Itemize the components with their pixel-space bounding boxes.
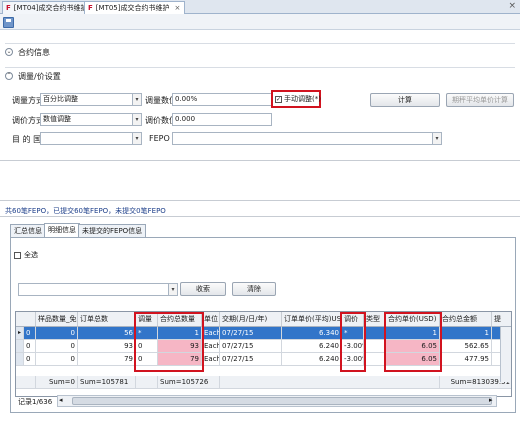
price-method-select[interactable]: 数值调整 ▾ — [40, 113, 142, 126]
grid-header-sample-qty[interactable]: 样品数量_免费 — [36, 312, 78, 327]
chevron-down-icon[interactable]: ▾ — [132, 133, 141, 144]
fepo-select[interactable]: ▾ — [172, 132, 442, 145]
grid-header-order-total[interactable]: 订单总数 — [78, 312, 136, 327]
price-method-value: 数值调整 — [43, 115, 71, 123]
grid-header-type[interactable]: 类型 — [364, 312, 386, 327]
grid-header-select[interactable] — [16, 312, 36, 327]
record-counter: 记录1/636 — [18, 398, 53, 406]
grid-header-submit[interactable]: 提 — [492, 312, 511, 327]
fepo-summary-text: 共60笔FEPO，已提交60笔FEPO，未提交0笔FEPO — [5, 207, 166, 215]
grid-cell[interactable]: 07/27/15 — [220, 327, 282, 340]
scroll-right-icon[interactable]: ▸ — [489, 396, 493, 404]
chevron-down-icon[interactable]: ▾ — [132, 114, 141, 125]
section-adjust-settings[interactable]: ⌃ 调量/价设置 — [5, 67, 515, 84]
grid-cell[interactable]: 79 — [78, 353, 136, 366]
grid-sum-qty: Sum=105726 — [158, 376, 220, 389]
tab-mt04[interactable]: F [MT04]成交合约书维护 — [2, 1, 93, 14]
grid-cell[interactable]: 0 — [24, 353, 36, 366]
section-contract-info[interactable]: ⌄ 合约信息 — [5, 43, 515, 60]
grid-cell[interactable] — [364, 340, 386, 353]
grid-sum-sample: Sum=0 — [36, 376, 78, 389]
grid-cell[interactable]: Each — [202, 327, 220, 340]
divider — [0, 216, 520, 217]
tab-unsubmitted-fepo[interactable]: 未提交的FEPO信息 — [78, 224, 147, 237]
destination-label: 目 的 国: — [12, 135, 44, 144]
calc-button[interactable]: 计算 — [370, 93, 440, 107]
close-tab-icon[interactable]: × — [174, 4, 180, 12]
grid-cell[interactable]: 93 — [78, 340, 136, 353]
grid-cell[interactable]: 56 — [78, 327, 136, 340]
tab-detail[interactable]: 明细信息 — [44, 223, 80, 237]
app-logo-icon: F — [6, 4, 11, 12]
qty-columns-highlight — [134, 312, 204, 372]
chevron-down-icon[interactable]: ▾ — [432, 133, 441, 144]
row-indicator-icon: ▸ — [16, 327, 24, 340]
grid-cell[interactable]: 0 — [36, 340, 78, 353]
select-all-label: 全选 — [24, 251, 38, 259]
grid-cell[interactable]: Each — [202, 353, 220, 366]
grid-cell[interactable]: Each — [202, 340, 220, 353]
vertical-scrollbar[interactable] — [500, 327, 511, 382]
grid-cell[interactable]: 07/27/15 — [220, 353, 282, 366]
grid-cell[interactable]: 6.240 — [282, 353, 342, 366]
scrollbar-thumb[interactable] — [72, 397, 492, 405]
grid-cell[interactable]: 1 — [440, 327, 492, 340]
grid-cell[interactable]: 6.340 — [282, 327, 342, 340]
section-adjust-settings-title: 调量/价设置 — [18, 71, 61, 81]
collapse-icon[interactable]: ⌄ — [5, 48, 13, 56]
grid-sum-cell — [220, 376, 440, 389]
grid-cell[interactable]: 0 — [24, 340, 36, 353]
divider — [0, 160, 520, 161]
tab-mt04-label: [MT04]成交合约书维护 — [13, 4, 88, 12]
query-button[interactable]: 收索 — [180, 282, 226, 296]
detail-grid: 样品数量_免费 订单总数 调量 合约总数量 单位 交期(月/日/年) 订单单价(… — [15, 311, 512, 397]
grid-cell[interactable]: 07/27/15 — [220, 340, 282, 353]
scroll-left-icon[interactable]: ◂ — [59, 396, 63, 404]
grid-cell[interactable] — [364, 353, 386, 366]
save-icon[interactable] — [3, 17, 14, 28]
tab-summary[interactable]: 汇总信息 — [10, 224, 46, 237]
price-value-input[interactable]: 0.000 — [172, 113, 272, 126]
expand-icon[interactable]: ⌃ — [5, 72, 13, 80]
adjust-method-select[interactable]: 百分比调整 ▾ — [40, 93, 142, 106]
grid-header-delivery-date[interactable]: 交期(月/日/年) — [220, 312, 282, 327]
grid-cell[interactable]: 477.95 — [440, 353, 492, 366]
grid-sum-order: Sum=105781 — [78, 376, 136, 389]
grid-header-order-price[interactable]: 订单单价(平均)USD — [282, 312, 342, 327]
select-all-checkbox[interactable]: 全选 — [14, 250, 38, 260]
grid-cell[interactable]: 6.240 — [282, 340, 342, 353]
row-indicator — [16, 340, 24, 353]
grid-header-unit[interactable]: 单位 — [202, 312, 220, 327]
grid-cell[interactable]: 562.65 — [440, 340, 492, 353]
adjust-method-value: 百分比调整 — [43, 95, 78, 103]
tab-mt05[interactable]: F [MT05]成交合约书维护 × — [84, 1, 186, 14]
toolbar — [0, 14, 520, 30]
grid-cell[interactable]: 0 — [24, 327, 36, 340]
grid-sum-cell — [16, 376, 36, 389]
adjust-value-input[interactable]: 0.00% — [172, 93, 272, 106]
grid-cell[interactable]: 0 — [36, 353, 78, 366]
manual-adjust-checkbox[interactable]: ✓ 手动调整(*) — [275, 94, 321, 104]
destination-select[interactable]: ▾ — [40, 132, 142, 145]
divider — [0, 200, 520, 201]
manual-adjust-label: 手动调整(*) — [284, 95, 321, 103]
recalc-average-button[interactable]: 期秤平均单价计算 — [446, 93, 514, 107]
chevron-down-icon[interactable]: ▾ — [132, 94, 141, 105]
contract-price-column-highlight — [384, 312, 442, 372]
close-window-icon[interactable]: × — [508, 1, 516, 11]
grid-cell[interactable] — [364, 327, 386, 340]
checkbox-icon[interactable] — [14, 251, 21, 259]
grid-sum-cell — [136, 376, 158, 389]
price-adjust-column-highlight — [340, 312, 366, 372]
grid-header-contract-amount[interactable]: 合约总金额 — [440, 312, 492, 327]
grid-cell[interactable]: 0 — [36, 327, 78, 340]
tab-mt05-label: [MT05]成交合约书维护 — [95, 4, 170, 12]
clear-button[interactable]: 清除 — [232, 282, 276, 296]
chevron-down-icon[interactable]: ▾ — [168, 284, 177, 295]
section-contract-info-title: 合约信息 — [18, 47, 50, 57]
filter-select[interactable]: ▾ — [18, 283, 178, 296]
app-logo-icon: F — [88, 4, 93, 12]
checkbox-checked-icon[interactable]: ✓ — [275, 95, 282, 103]
row-indicator — [16, 353, 24, 366]
